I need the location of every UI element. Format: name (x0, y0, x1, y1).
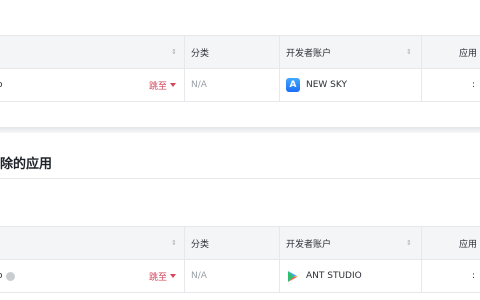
app-count: : (472, 80, 476, 90)
app-count: : (472, 271, 476, 281)
column-header-app[interactable]: 应用 (459, 36, 477, 68)
jump-to-dropdown[interactable]: 跳至 (149, 69, 177, 101)
sort-icon[interactable]: ⇕ (171, 227, 177, 259)
google-play-icon (286, 269, 300, 283)
row-name: o (0, 260, 15, 292)
developer-name: NEW SKY (306, 80, 347, 90)
jump-label: 跳至 (149, 272, 168, 283)
table-row: o 跳至 N/A A NEW SKY : (0, 69, 480, 101)
card-divider (0, 127, 480, 133)
category-value: N/A (191, 271, 207, 281)
table-header: ⇕ 分类 开发者账户 ⇕ 应用 (0, 36, 480, 68)
caret-down-icon (170, 274, 177, 278)
row-name: o (0, 69, 3, 101)
category-value: N/A (191, 80, 207, 90)
sort-icon[interactable]: ⇕ (171, 36, 177, 68)
sort-icon[interactable]: ⇕ (406, 36, 412, 68)
column-header-category[interactable]: 分类 (191, 36, 209, 68)
developer-cell[interactable]: ANT STUDIO (286, 260, 362, 292)
column-header-category[interactable]: 分类 (191, 227, 209, 259)
jump-label: 跳至 (149, 81, 168, 92)
jump-to-dropdown[interactable]: 跳至 (149, 260, 177, 292)
column-header-developer[interactable]: 开发者账户 (286, 36, 331, 68)
sort-icon[interactable]: ⇕ (406, 227, 412, 259)
column-header-developer[interactable]: 开发者账户 (286, 227, 331, 259)
info-icon (5, 271, 15, 281)
column-header-app[interactable]: 应用 (459, 227, 477, 259)
app-store-icon: A (286, 78, 300, 92)
table-header: ⇕ 分类 开发者账户 ⇕ 应用 (0, 227, 480, 259)
row-name-text: o (0, 271, 3, 281)
table-1: ⇕ 分类 开发者账户 ⇕ 应用 o 跳至 N/A A NEW SKY : (0, 0, 480, 130)
caret-down-icon (170, 83, 177, 87)
section-title: 除的应用 (0, 157, 53, 172)
developer-name: ANT STUDIO (306, 271, 362, 281)
table-row: o 跳至 N/A ANT STUDIO : (0, 260, 480, 292)
developer-cell[interactable]: A NEW SKY (286, 69, 347, 101)
